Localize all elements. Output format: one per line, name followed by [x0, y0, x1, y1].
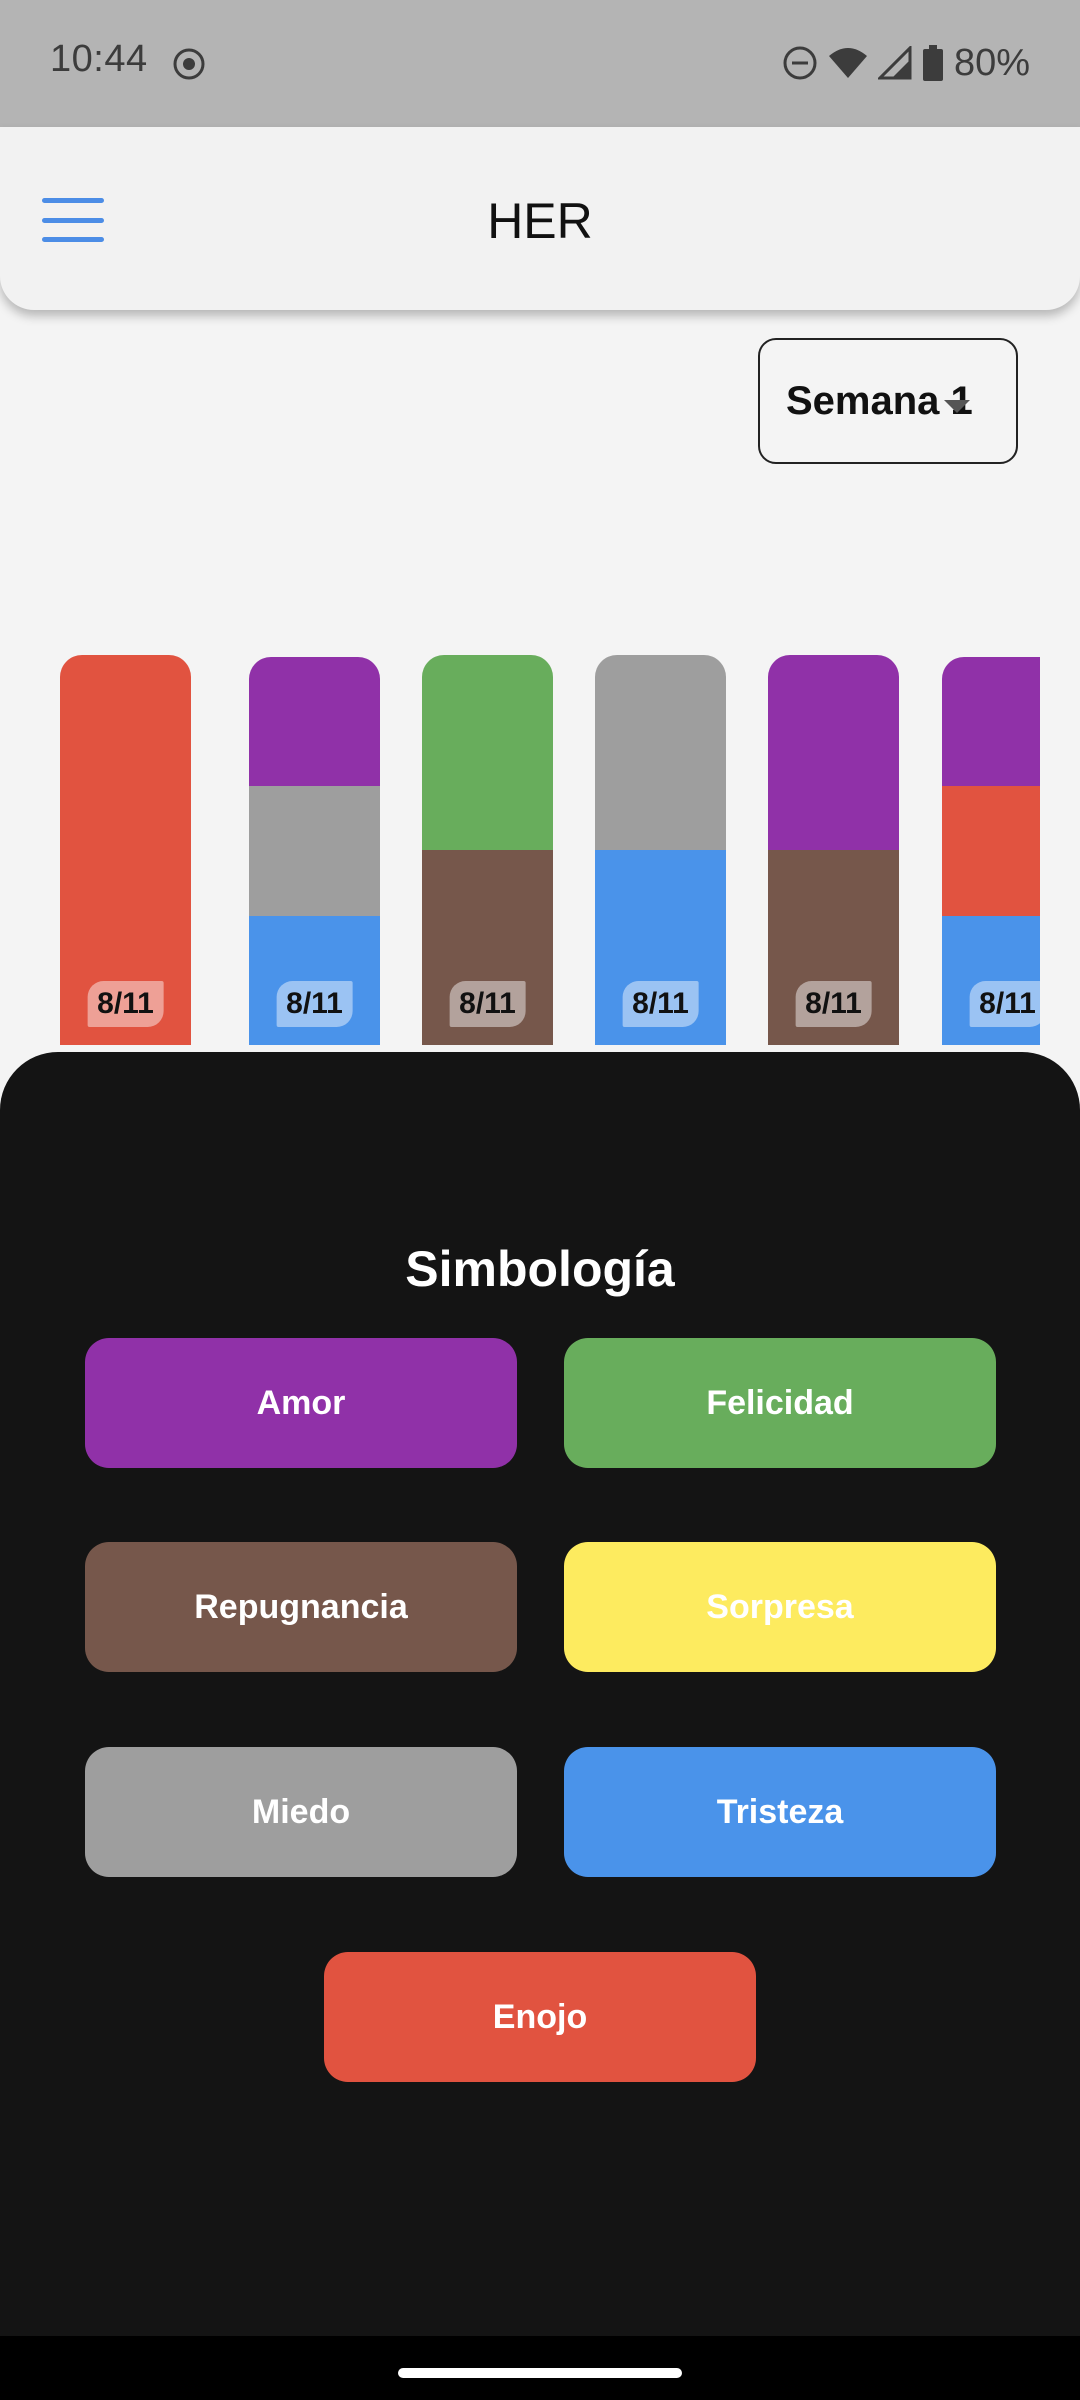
date-chip: 8/11 — [622, 981, 699, 1027]
legend-tristeza-button[interactable]: Tristeza — [564, 1747, 996, 1877]
status-time: 10:44 — [50, 38, 148, 80]
date-chip: 8/11 — [969, 981, 1040, 1027]
mood-bar[interactable]: 8/11 — [60, 655, 191, 1045]
legend-enojo-button[interactable]: Enojo — [324, 1952, 756, 2082]
mood-segment — [595, 655, 726, 850]
mood-bar[interactable]: 8/11 — [249, 657, 380, 1045]
wifi-icon — [828, 48, 867, 78]
date-chip: 8/11 — [276, 981, 353, 1027]
week-dropdown[interactable]: Semana 1 — [758, 338, 1018, 464]
caret-down-icon — [944, 400, 970, 413]
mood-bar[interactable]: 8/11 — [768, 655, 899, 1045]
battery-icon — [922, 45, 943, 81]
mood-segment — [60, 655, 191, 850]
legend-sorpresa-button[interactable]: Sorpresa — [564, 1542, 996, 1672]
date-chip: 8/11 — [449, 981, 526, 1027]
legend-felicidad-button[interactable]: Felicidad — [564, 1338, 996, 1468]
mood-segment — [942, 657, 1040, 787]
mood-chart: 8/11 8/11 8/11 8/11 8/11 8/11 — [0, 640, 1040, 1045]
do-not-disturb-icon — [783, 46, 817, 80]
mood-bar[interactable]: 8/11 — [595, 655, 726, 1045]
status-bar: 10:44 80% — [0, 0, 1080, 127]
legend-repugnancia-button[interactable]: Repugnancia — [85, 1542, 517, 1672]
mood-segment — [249, 786, 380, 916]
date-chip: 8/11 — [87, 981, 164, 1027]
home-handle[interactable] — [398, 2368, 682, 2378]
screen-record-icon — [173, 48, 205, 80]
mood-segment — [942, 786, 1040, 916]
page-title: HER — [487, 193, 593, 249]
legend-title: Simbología — [405, 1241, 675, 1297]
status-icons: 80% — [782, 38, 1030, 88]
legend-sheet: Simbología Amor Felicidad Repugnancia So… — [0, 1052, 1080, 2336]
date-chip: 8/11 — [795, 981, 872, 1027]
mood-segment — [768, 655, 899, 850]
mood-bar[interactable]: 8/11 — [942, 657, 1040, 1045]
app-bar: HER — [0, 127, 1080, 310]
mood-segment — [422, 655, 553, 850]
legend-amor-button[interactable]: Amor — [85, 1338, 517, 1468]
legend-miedo-button[interactable]: Miedo — [85, 1747, 517, 1877]
mood-bar[interactable]: 8/11 — [422, 655, 553, 1045]
mood-segment — [249, 657, 380, 787]
cell-signal-icon — [877, 46, 912, 80]
battery-percentage: 80% — [953, 41, 1030, 84]
